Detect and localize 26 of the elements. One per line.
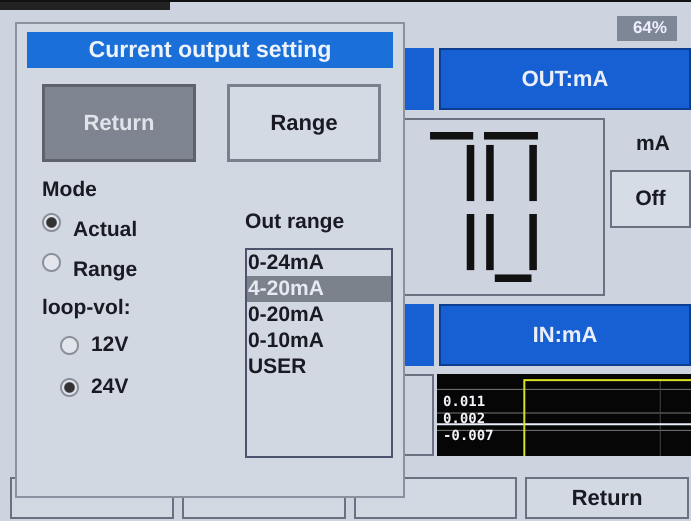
off-button[interactable]: Off: [610, 170, 691, 228]
range-button[interactable]: Range: [227, 84, 381, 162]
list-item[interactable]: 0-10mA: [247, 328, 391, 354]
unit-label: mA: [636, 132, 670, 156]
loop-voltage-label: loop-vol:: [42, 296, 132, 320]
list-item[interactable]: 0-24mA: [247, 250, 391, 276]
radio-label: 12V: [91, 333, 128, 357]
battery-level: 64%: [616, 16, 677, 41]
axis-label: 0.011: [443, 394, 486, 411]
return-button[interactable]: Return: [525, 477, 689, 519]
input-header: IN:mA: [439, 304, 691, 366]
radio-label: Actual: [73, 218, 138, 242]
list-item[interactable]: USER: [247, 354, 391, 380]
radio-label: Range: [73, 258, 138, 282]
axis-label: -0.007: [443, 428, 494, 445]
dialog-title: Current output setting: [27, 32, 393, 68]
axis-label: 0.002: [443, 411, 486, 428]
radio-button[interactable]: [60, 336, 79, 354]
out-range-label: Out range: [245, 210, 346, 234]
output-header: OUT:mA: [439, 48, 691, 110]
mode-label: Mode: [42, 178, 98, 202]
radio-button[interactable]: [42, 252, 61, 272]
radio-label: 24V: [91, 375, 128, 399]
radio-button[interactable]: [60, 378, 79, 396]
radio-button[interactable]: [42, 212, 61, 232]
list-item[interactable]: 0-20mA: [247, 302, 391, 328]
